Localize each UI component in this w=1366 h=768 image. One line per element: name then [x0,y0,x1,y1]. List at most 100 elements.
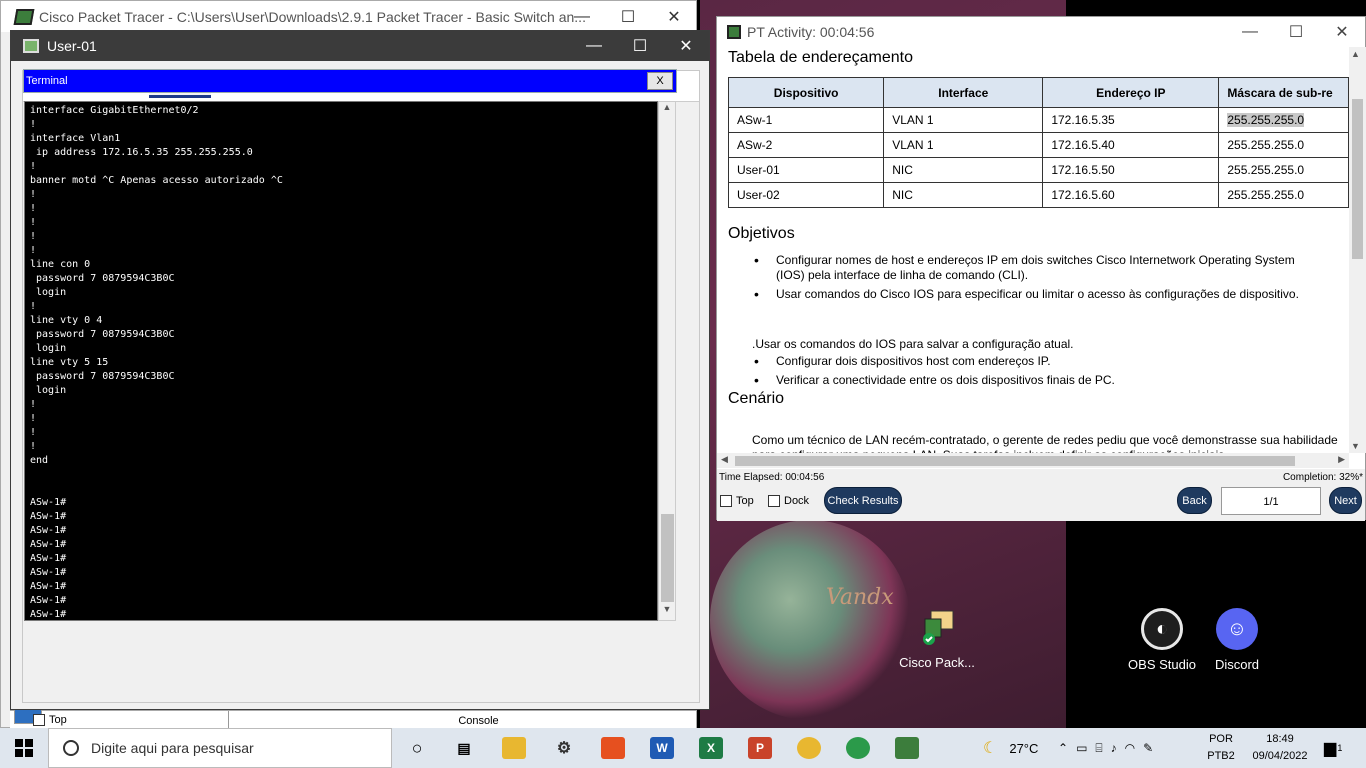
desktop-icon-cisco-label: Cisco Pack... [899,655,975,670]
terminal-line: ! [30,203,37,214]
terminal-line: ASw-1# [30,539,67,550]
maximize-icon[interactable]: ☐ [1273,17,1319,47]
terminal-line: ASw-1# [30,581,67,592]
battery-icon[interactable]: ▭ [1076,741,1095,755]
terminal-line: ASw-1# [30,595,67,606]
table-cell: 172.16.5.50 [1042,157,1220,183]
word-icon[interactable]: W [650,737,674,759]
horizontal-scroll-thumb[interactable] [735,456,1295,466]
top-checkbox-box[interactable] [33,714,45,726]
terminal-line: ! [30,413,37,424]
terminal-line: ! [30,217,37,228]
packet-tracer-taskbar-icon[interactable] [895,737,919,759]
scroll-down-icon[interactable]: ▼ [1351,441,1360,451]
packet-tracer-logo-icon [13,8,35,25]
terminal-line: password 7 0879594C3B0C [30,273,175,284]
activity-vertical-scrollbar[interactable]: ▲ ▼ [1349,47,1366,453]
terminal-line: password 7 0879594C3B0C [30,371,175,382]
vertical-scroll-thumb[interactable] [1352,99,1363,259]
weather[interactable]: ☾ 27°C [983,728,1038,768]
terminal-scrollbar[interactable]: ▲ ▼ [658,101,676,621]
start-button[interactable] [0,728,48,768]
desktop-icon-discord-label: Discord [1214,657,1260,672]
chrome-icon[interactable] [797,737,821,759]
language-secondary: PTB2 [1207,750,1235,762]
dock-checkbox-box[interactable] [768,495,780,507]
minimize-icon[interactable]: — [571,31,617,61]
terminal-scroll-thumb[interactable] [661,514,674,602]
terminal-line: ASw-1# [30,609,67,620]
obs-studio-icon: ◐ [1141,608,1183,650]
table-row: User-01 NIC 172.16.5.50 255.255.255.0 [727,157,1349,183]
desktop-icon-obs[interactable]: ◐ OBS Studio [1122,608,1202,673]
volume-icon[interactable]: ♪ [1111,741,1125,755]
scroll-up-icon[interactable]: ▲ [1351,49,1360,59]
wifi-icon[interactable]: ◠ [1125,741,1143,755]
maximize-icon[interactable]: ☐ [617,31,663,61]
taskbar-search[interactable]: Digite aqui para pesquisar [48,728,392,768]
sticky-app-icon[interactable] [601,737,625,759]
back-button[interactable]: Back [1177,487,1212,514]
discord-icon: ☺ [1216,608,1258,650]
network-icon[interactable]: ⌸ [1095,741,1110,756]
minimize-icon[interactable]: — [559,1,605,32]
top-checkbox[interactable]: Top [33,714,67,726]
close-icon[interactable]: ✕ [1319,17,1365,47]
table-cell: User-01 [727,157,885,183]
activity-dock-checkbox[interactable]: Dock [768,495,809,507]
cortana-icon[interactable]: ○ [405,737,429,759]
table-cell: 172.16.5.60 [1042,182,1220,208]
chevron-up-icon[interactable]: ⌃ [1058,741,1076,755]
wallpaper-art [710,520,910,720]
weather-moon-icon: ☾ [983,740,998,757]
activity-top-checkbox[interactable]: Top [720,495,754,507]
table-cell: NIC [883,157,1044,183]
table-cell: 172.16.5.40 [1042,132,1220,158]
scroll-down-icon[interactable]: ▼ [659,604,675,620]
activity-footer: Time Elapsed: 00:04:56 Completion: 32%* … [717,469,1365,521]
notification-center[interactable]: ▆ 1 [1324,728,1342,768]
table-row: User-02 NIC 172.16.5.60 255.255.255.0 [727,182,1349,208]
language-indicator[interactable]: POR PTB2 [1206,731,1236,765]
desktop-icon-cisco[interactable]: Cisco Pack... [897,606,977,671]
task-view-icon[interactable]: ▤ [452,737,476,759]
chrome-profile-icon[interactable] [846,737,870,759]
system-tray-icons[interactable]: ⌃ ▭ ⌸ ♪ ◠ ✎ [1058,728,1161,768]
clock[interactable]: 18:49 09/04/2022 [1248,731,1312,765]
console-tab[interactable]: Console [228,711,728,729]
terminal-output[interactable]: interface GigabitEthernet0/2! interface V… [24,101,658,621]
settings-gear-icon[interactable]: ⚙ [552,737,576,759]
activity-instructions: Tabela de endereçamento Dispositivo Inte… [717,47,1349,453]
next-button[interactable]: Next [1329,487,1362,514]
completion: Completion: 32%* [1282,472,1363,483]
addressing-table-heading: Tabela de endereçamento [728,49,914,66]
excel-icon[interactable]: X [699,737,723,759]
top-checkbox-label: Top [49,714,67,726]
file-explorer-icon[interactable] [502,737,526,759]
close-icon[interactable]: ✕ [651,1,697,32]
scroll-right-icon[interactable]: ▶ [1338,454,1345,465]
pen-icon[interactable]: ✎ [1143,741,1161,755]
table-row: ASw-2 VLAN 1 172.16.5.40 255.255.255.0 [727,132,1349,158]
terminal-line: end [30,455,49,466]
check-results-button[interactable]: Check Results [824,487,902,514]
terminal-line: ! [30,189,37,200]
terminal-line: interface GigabitEthernet0/2 [30,105,199,116]
table-header: Máscara de sub-re [1218,77,1349,108]
activity-horizontal-scrollbar[interactable]: ◀ ▶ [717,453,1349,468]
close-icon[interactable]: ✕ [663,31,709,61]
terminal-line: ! [30,441,37,452]
powerpoint-icon[interactable]: P [748,737,772,759]
scroll-left-icon[interactable]: ◀ [721,454,728,465]
scroll-up-icon[interactable]: ▲ [659,102,675,118]
terminal-header: Terminal X [23,69,677,93]
desktop-icon-discord[interactable]: ☺ Discord [1197,608,1277,673]
minimize-icon[interactable]: — [1227,17,1273,47]
table-cell: 255.255.255.0 [1218,182,1349,208]
terminal-line: ! [30,427,37,438]
top-checkbox-box[interactable] [720,495,732,507]
maximize-icon[interactable]: ☐ [605,1,651,32]
terminal-close-button[interactable]: X [647,72,673,90]
top-checkbox-label: Top [736,495,754,507]
